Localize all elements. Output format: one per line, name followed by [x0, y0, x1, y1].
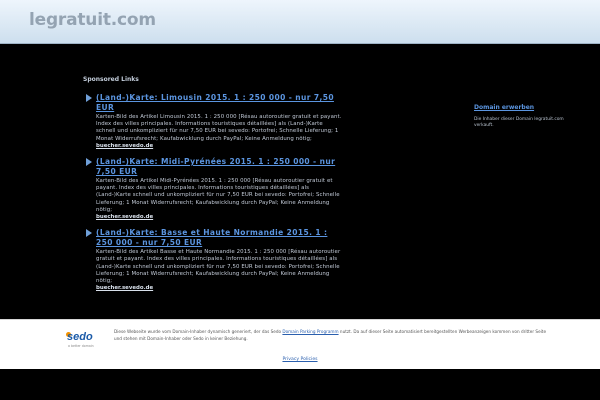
domain-parking-link[interactable]: Domain Parking Programm: [282, 329, 338, 334]
main-content: Sponsored Links (Land-)Karte: Limousin 2…: [0, 45, 600, 319]
logo-tagline: a better domain: [68, 344, 94, 348]
privacy-policy-link[interactable]: Privacy Policies: [0, 357, 600, 362]
footer-disclaimer: Diese Webseite wurde vom Domain-Inhaber …: [114, 328, 554, 342]
result-description: Karten-Bild des Artikel Limousin 2015. 1…: [96, 114, 342, 142]
list-item: (Land-)Karte: Limousin 2015. 1 : 250 000…: [86, 93, 344, 150]
result-url-link[interactable]: buecher.sevedo.de: [96, 143, 344, 150]
logo-wordmark: sedo: [67, 331, 93, 343]
result-url-link[interactable]: buecher.sevedo.de: [96, 285, 344, 292]
site-footer: sedo a better domain Diese Webseite wurd…: [0, 319, 600, 369]
result-title-link[interactable]: (Land-)Karte: Midi-Pyrénées 2015. 1 : 25…: [96, 157, 344, 177]
arrow-right-icon: [86, 158, 92, 167]
list-item: (Land-)Karte: Midi-Pyrénées 2015. 1 : 25…: [86, 157, 344, 221]
sedo-logo[interactable]: sedo a better domain: [64, 328, 98, 352]
result-title-link[interactable]: (Land-)Karte: Limousin 2015. 1 : 250 000…: [96, 93, 344, 113]
site-title[interactable]: legratuit.com: [29, 10, 156, 30]
site-header: legratuit.com: [0, 0, 600, 44]
result-description: Karten-Bild des Artikel Midi-Pyrénées 20…: [96, 178, 340, 213]
arrow-right-icon: [86, 94, 92, 102]
sponsored-links-heading: Sponsored Links: [83, 76, 139, 83]
arrow-right-icon: [86, 229, 92, 238]
results-list: (Land-)Karte: Limousin 2015. 1 : 250 000…: [86, 93, 344, 299]
domain-sale-box: Domain erwerben Die Inhaber dieser Domai…: [474, 94, 584, 129]
bottom-bar: [0, 369, 600, 400]
result-description: Karten-Bild des Artikel Basse et Haute N…: [96, 249, 341, 285]
domain-buy-link[interactable]: Domain erwerben: [474, 104, 534, 111]
result-title-link[interactable]: (Land-)Karte: Basse et Haute Normandie 2…: [96, 228, 344, 248]
result-url-link[interactable]: buecher.sevedo.de: [96, 214, 344, 221]
list-item: (Land-)Karte: Basse et Haute Normandie 2…: [86, 228, 344, 292]
disclaimer-text: Diese Webseite wurde vom Domain-Inhaber …: [114, 329, 283, 334]
domain-sale-text: Die Inhaber dieser Domain legratuit.com …: [474, 117, 564, 128]
